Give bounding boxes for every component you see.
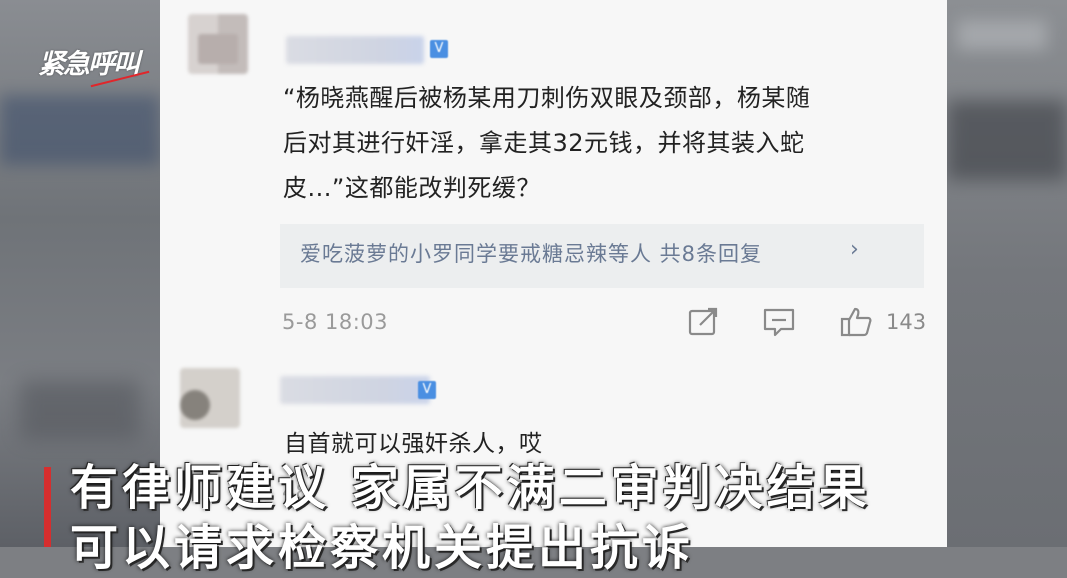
verified-badge-icon: V [418, 381, 436, 399]
replies-label: 爱吃菠萝的小罗同学要戒糖忌辣等人 共8条回复 [300, 242, 763, 266]
username-blurred[interactable] [286, 36, 424, 64]
avatar[interactable] [180, 368, 240, 428]
subtitle-line: 可以请求检察机关提出抗诉 [70, 520, 695, 576]
replies-expander[interactable]: 爱吃菠萝的小罗同学要戒糖忌辣等人 共8条回复 › [280, 224, 924, 288]
like-count: 143 [886, 310, 927, 334]
comment-line: “杨晓燕醒后被杨某用刀刺伤双眼及颈部，杨某随 [283, 84, 811, 112]
reply-comment-icon[interactable] [762, 306, 796, 338]
share-icon[interactable] [686, 306, 720, 338]
comment-line: 皮...”这都能改判死缓？ [283, 174, 541, 202]
subtitle-line: 有律师建议 家属不满二审判决结果 [70, 460, 871, 516]
comment-text: 自首就可以强奸杀人，哎 [284, 431, 543, 457]
comment-text: “杨晓燕醒后被杨某用刀刺伤双眼及颈部，杨某随 后对其进行奸淫，拿走其32元钱，并… [283, 76, 923, 211]
logo-text: 紧急呼叫 [38, 49, 140, 80]
channel-logo: 紧急呼叫 [38, 42, 178, 92]
chevron-right-icon: › [850, 237, 859, 262]
username-blurred[interactable] [280, 376, 430, 404]
avatar[interactable] [188, 14, 248, 74]
comment-line: 后对其进行奸淫，拿走其32元钱，并将其装入蛇 [283, 129, 805, 157]
subtitle-accent-bar [44, 467, 51, 547]
verified-badge-icon: V [430, 40, 448, 58]
comment-timestamp: 5-8 18:03 [282, 310, 388, 334]
thumbs-up-icon[interactable] [840, 306, 874, 338]
